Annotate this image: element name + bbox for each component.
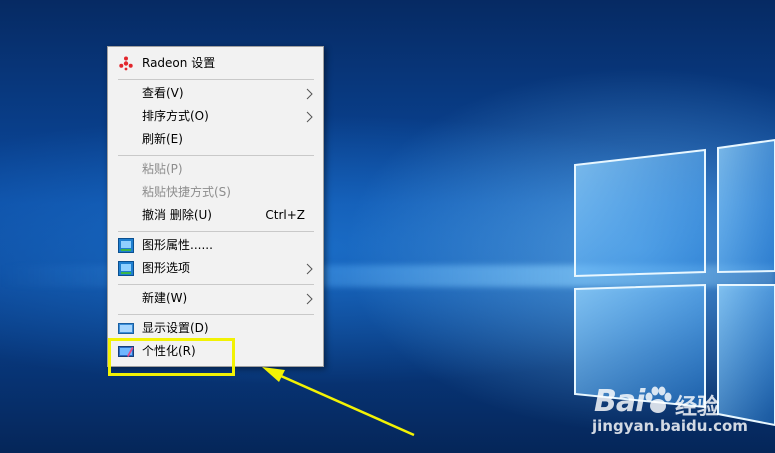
watermark-url: jingyan.baidu.com (592, 417, 748, 435)
watermark-brand: Bai (594, 384, 645, 419)
baidu-jingyan-watermark: Bai 经验 jingyan.baidu.com (592, 370, 748, 440)
paw-icon (645, 386, 672, 413)
